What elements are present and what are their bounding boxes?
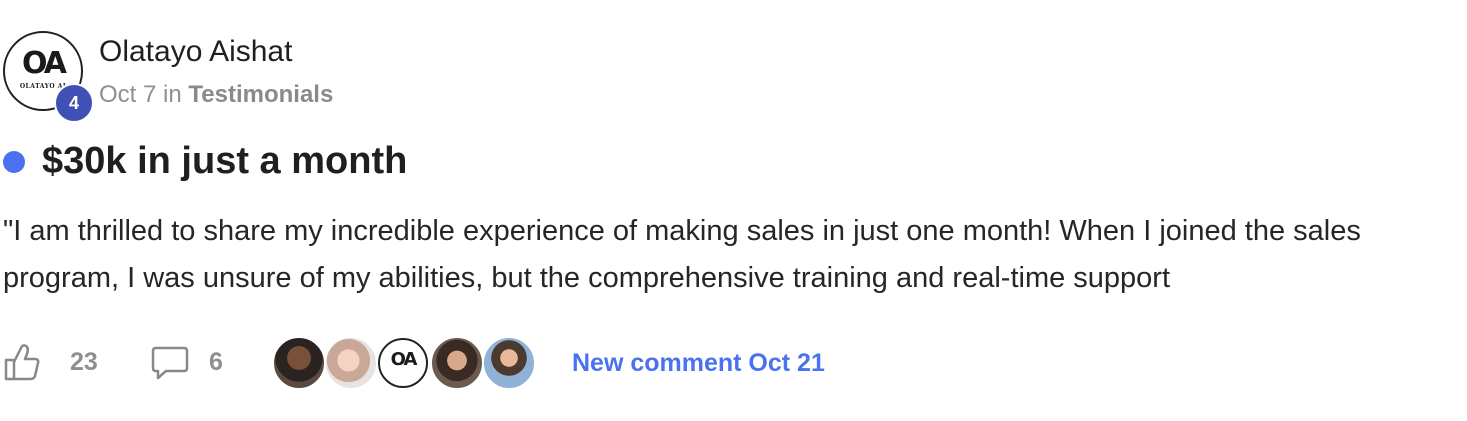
level-badge: 4	[54, 83, 94, 123]
post-category-link[interactable]: Testimonials	[188, 81, 333, 108]
post-title[interactable]: $30k in just a month	[42, 138, 407, 184]
community-post: OA OLATAYO AI 4 Olatayo Aishat Oct 7 in …	[0, 0, 1467, 421]
like-button[interactable]	[3, 342, 41, 382]
post-date: Oct 7	[99, 81, 157, 108]
thumbs-up-icon	[4, 344, 40, 381]
meta-in-word: in	[163, 81, 182, 108]
like-count: 23	[70, 348, 98, 376]
comment-button[interactable]	[150, 344, 190, 382]
avatar-initials: OA	[22, 46, 67, 81]
post-meta: Oct 7 in Testimonials	[99, 79, 333, 111]
unread-indicator	[3, 151, 25, 173]
comment-bubble-icon	[151, 346, 189, 380]
commenter-avatar	[324, 336, 378, 390]
comment-count: 6	[209, 348, 223, 376]
commenter-avatar	[272, 336, 326, 390]
author-name[interactable]: Olatayo Aishat	[99, 34, 292, 70]
new-comment-link[interactable]: New comment Oct 21	[572, 347, 825, 379]
commenter-avatar	[482, 336, 536, 390]
commenter-avatar: OA	[378, 338, 428, 388]
commenter-avatars[interactable]: OA	[272, 336, 536, 390]
commenter-avatar-initials: OA	[390, 349, 418, 370]
author-avatar[interactable]: OA OLATAYO AI 4	[3, 31, 94, 123]
commenter-avatar	[430, 336, 484, 390]
post-body[interactable]: "I am thrilled to share my incredible ex…	[3, 208, 1443, 302]
